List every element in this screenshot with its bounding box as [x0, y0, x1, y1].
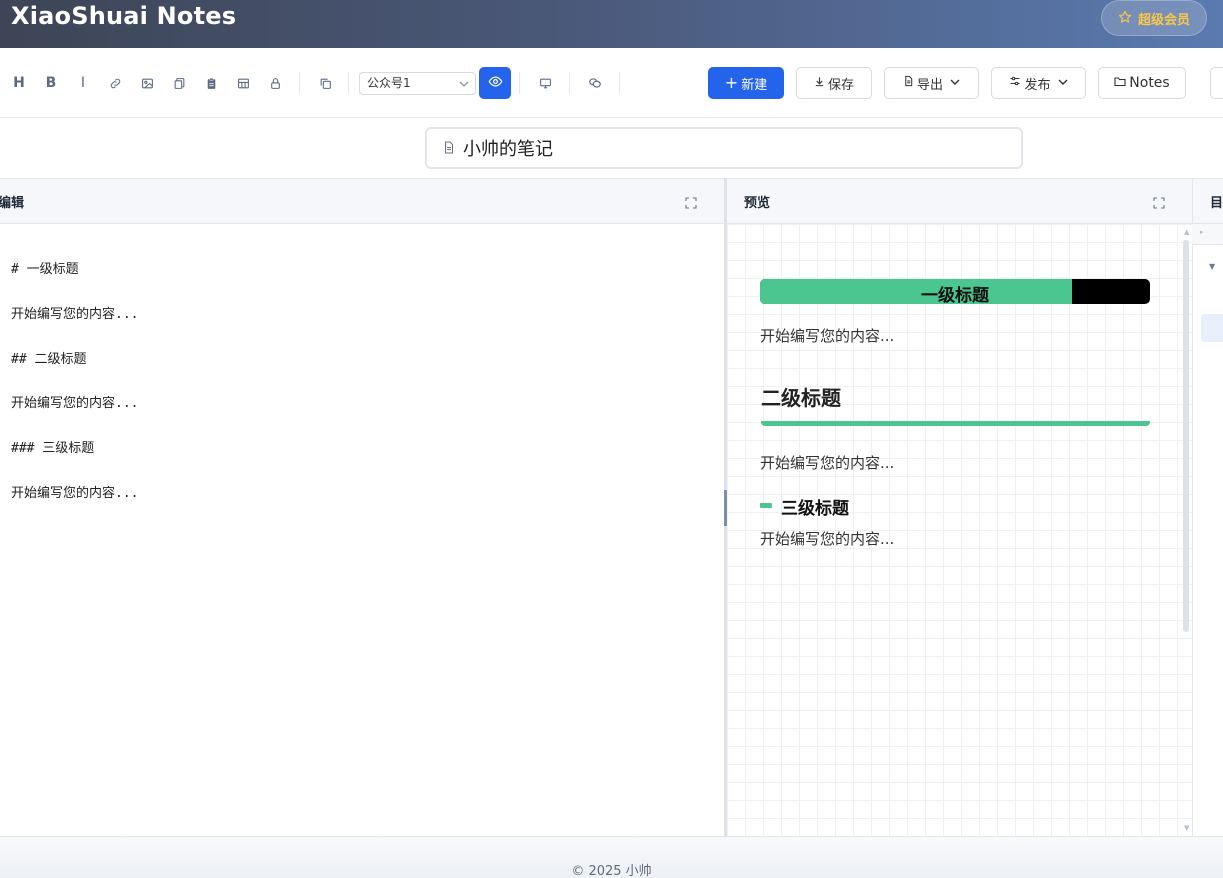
new-button[interactable]: + 新建 — [708, 67, 784, 99]
app-title: XiaoShuai Notes — [11, 2, 237, 30]
markdown-editor[interactable]: # 一级标题 开始编写您的内容... ## 二级标题 开始编写您的内容... #… — [0, 224, 724, 836]
wechat-icon[interactable] — [585, 73, 605, 93]
h3-marker — [760, 503, 772, 508]
toolbar-divider — [348, 72, 349, 94]
save-button-label: 保存 — [827, 77, 854, 93]
preview-h2: 二级标题 — [761, 386, 841, 410]
vip-button[interactable]: 超级会员 — [1101, 0, 1207, 36]
account-select-value: 公众号1 — [367, 76, 411, 90]
preview-paragraph: 开始编写您的内容... — [760, 327, 895, 345]
link-icon[interactable] — [105, 73, 125, 93]
table-icon[interactable] — [233, 73, 253, 93]
lock-icon[interactable] — [265, 73, 285, 93]
document-icon — [443, 139, 455, 158]
app-header: XiaoShuai Notes 超级会员 — [0, 0, 1223, 48]
toc-label: 目 — [1210, 196, 1223, 211]
chevron-down-icon — [1058, 78, 1068, 89]
preview-paragraph: 开始编写您的内容... — [760, 530, 895, 548]
monitor-icon[interactable] — [535, 73, 555, 93]
preview-scrollbar[interactable] — [1183, 240, 1189, 632]
download-icon — [814, 76, 825, 91]
copy-icon[interactable] — [169, 73, 189, 93]
caret-down-icon[interactable]: ▼ — [1209, 262, 1215, 271]
chevron-down-icon — [459, 74, 469, 102]
preview-h3: 三级标题 — [781, 499, 849, 519]
scroll-down-icon[interactable]: ▼ — [1184, 824, 1189, 832]
file-icon — [903, 75, 914, 91]
footer: © 2025 小帅 — [0, 836, 1223, 878]
bold-icon[interactable]: B — [41, 73, 61, 93]
italic-icon[interactable]: I — [73, 73, 93, 93]
h2-underline — [761, 421, 1150, 426]
copyright-text: © 2025 小帅 — [571, 864, 652, 878]
export-button-label: 导出 — [916, 77, 943, 93]
fullscreen-icon[interactable] — [685, 194, 697, 209]
star-icon — [1118, 9, 1132, 28]
vip-label: 超级会员 — [1137, 12, 1190, 28]
eye-icon — [488, 74, 503, 93]
editor-panel-header: 编辑 — [0, 178, 724, 224]
preview-panel-header: 预览 — [727, 178, 1192, 224]
toolbar-divider — [569, 72, 570, 94]
clipboard-icon[interactable] — [201, 73, 221, 93]
toolbar-divider — [619, 72, 620, 94]
toolbar: H B I 公众号1 + 新建 保存 导出 发布 Notes — [0, 48, 1223, 118]
notes-button-label: Notes — [1129, 75, 1170, 91]
fullscreen-icon[interactable] — [1153, 194, 1165, 209]
editor-line: 开始编写您的内容... — [11, 396, 139, 411]
publish-button[interactable]: 发布 — [991, 67, 1086, 99]
account-select[interactable]: 公众号1 — [359, 72, 476, 95]
duplicate-icon[interactable] — [315, 73, 335, 93]
notes-button[interactable]: Notes — [1098, 67, 1186, 99]
toc-search[interactable]: ▸ — [1192, 224, 1223, 245]
preview-paragraph: 开始编写您的内容... — [760, 454, 895, 472]
toc-panel-header: 目 — [1192, 178, 1223, 224]
sliders-icon — [1009, 75, 1021, 91]
editor-line: ## 二级标题 — [11, 352, 87, 367]
toolbar-divider — [519, 72, 520, 94]
toolbar-divider — [299, 72, 300, 94]
more-button[interactable] — [1210, 67, 1223, 99]
heading-icon[interactable]: H — [9, 73, 29, 93]
editor-line: 开始编写您的内容... — [11, 486, 139, 501]
title-area: 小帅的笔记 — [0, 118, 1223, 178]
editor-line: # 一级标题 — [11, 262, 79, 277]
caret-right-icon: ▸ — [1200, 228, 1204, 236]
toc-active-item[interactable] — [1201, 314, 1223, 342]
preview-h1-text: 一级标题 — [921, 286, 989, 304]
document-title: 小帅的笔记 — [463, 139, 553, 160]
save-button[interactable]: 保存 — [796, 67, 872, 99]
chevron-down-icon — [950, 78, 960, 89]
preview-label: 预览 — [744, 196, 771, 211]
editor-line: ### 三级标题 — [11, 441, 95, 456]
publish-button-label: 发布 — [1024, 77, 1051, 93]
export-button[interactable]: 导出 — [884, 67, 979, 99]
image-icon[interactable] — [137, 73, 157, 93]
scroll-up-icon[interactable]: ▲ — [1184, 228, 1189, 236]
plus-icon: + — [724, 73, 739, 92]
preview-toggle-button[interactable] — [479, 67, 511, 99]
preview-h1: 一级标题 — [760, 279, 1150, 304]
document-title-input[interactable]: 小帅的笔记 — [425, 127, 1023, 169]
new-button-label: 新建 — [741, 77, 768, 93]
folder-icon — [1114, 75, 1126, 91]
editor-line: 开始编写您的内容... — [11, 307, 139, 322]
editor-label: 编辑 — [0, 196, 25, 211]
